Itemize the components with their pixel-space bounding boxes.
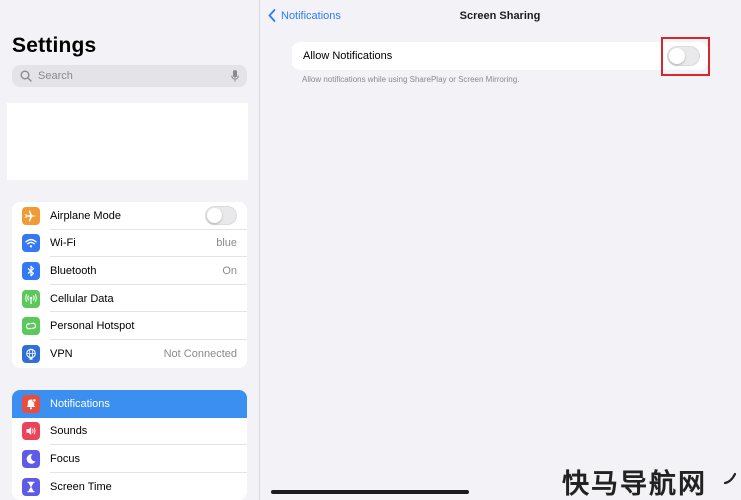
sidebar-item-personal-hotspot[interactable]: Personal Hotspot: [12, 312, 247, 340]
sidebar-title: Settings: [12, 34, 97, 57]
sidebar-item-vpn[interactable]: VPN Not Connected: [12, 340, 247, 368]
allow-notifications-row: Allow Notifications: [292, 42, 708, 70]
wifi-icon: [22, 234, 40, 253]
watermark-swoosh-icon: [723, 472, 737, 485]
sidebar-item-label: Airplane Mode: [50, 209, 121, 222]
bluetooth-icon: [22, 261, 40, 280]
sidebar-item-label: Bluetooth: [50, 264, 97, 277]
sidebar-item-label: Focus: [50, 452, 80, 465]
home-indicator[interactable]: [271, 490, 469, 494]
sidebar-item-sounds[interactable]: Sounds: [12, 418, 247, 446]
sidebar-item-label: Notifications: [50, 397, 110, 410]
search-placeholder: Search: [38, 70, 73, 82]
sidebar-item-cellular-data[interactable]: Cellular Data: [12, 285, 247, 313]
sidebar-item-airplane-mode[interactable]: Airplane Mode: [12, 202, 247, 230]
hourglass-icon: [22, 477, 40, 496]
sidebar-item-label: Screen Time: [50, 480, 112, 493]
airplane-icon: [22, 206, 40, 225]
sidebar-item-wifi[interactable]: Wi-Fi blue: [12, 230, 247, 258]
sidebar-item-label: VPN: [50, 347, 73, 360]
vpn-status-value: Not Connected: [163, 347, 237, 360]
bell-icon: [22, 394, 40, 413]
sidebar-item-label: Personal Hotspot: [50, 320, 135, 333]
system-group: Notifications Sounds Focus Screen Time: [12, 390, 247, 500]
allow-notifications-footnote: Allow notifications while using SharePla…: [302, 75, 520, 84]
search-icon: [20, 70, 32, 82]
page-title: Screen Sharing: [459, 10, 541, 22]
vpn-icon: [22, 344, 40, 363]
search-field[interactable]: Search: [12, 65, 247, 87]
hotspot-icon: [22, 317, 40, 336]
sidebar-item-label: Sounds: [50, 425, 88, 438]
speaker-icon: [22, 422, 40, 441]
apple-id-card[interactable]: [7, 103, 248, 180]
airplane-mode-toggle[interactable]: [205, 206, 237, 226]
wifi-network-value: blue: [216, 237, 237, 250]
back-button[interactable]: Notifications: [268, 9, 341, 22]
allow-notifications-label: Allow Notifications: [303, 50, 393, 62]
sidebar-item-notifications[interactable]: Notifications: [12, 390, 247, 418]
sidebar-item-focus[interactable]: Focus: [12, 445, 247, 473]
cellular-icon: [22, 289, 40, 308]
connectivity-group: Airplane Mode Wi-Fi blue Bluetooth On Ce…: [12, 202, 247, 368]
moon-icon: [22, 449, 40, 468]
sidebar-item-bluetooth[interactable]: Bluetooth On: [12, 257, 247, 285]
sidebar-item-label: Wi-Fi: [50, 237, 76, 250]
bluetooth-status-value: On: [222, 264, 237, 277]
sidebar-item-label: Cellular Data: [50, 292, 114, 305]
sidebar: Settings Search Airplane Mode Wi-Fi blue…: [0, 0, 260, 500]
sidebar-item-screen-time[interactable]: Screen Time: [12, 473, 247, 500]
highlight-annotation-box: [661, 37, 710, 76]
chevron-left-icon: [268, 9, 276, 22]
watermark: 快马导航网: [562, 469, 707, 500]
back-button-label: Notifications: [281, 9, 341, 22]
microphone-icon[interactable]: [231, 70, 239, 82]
